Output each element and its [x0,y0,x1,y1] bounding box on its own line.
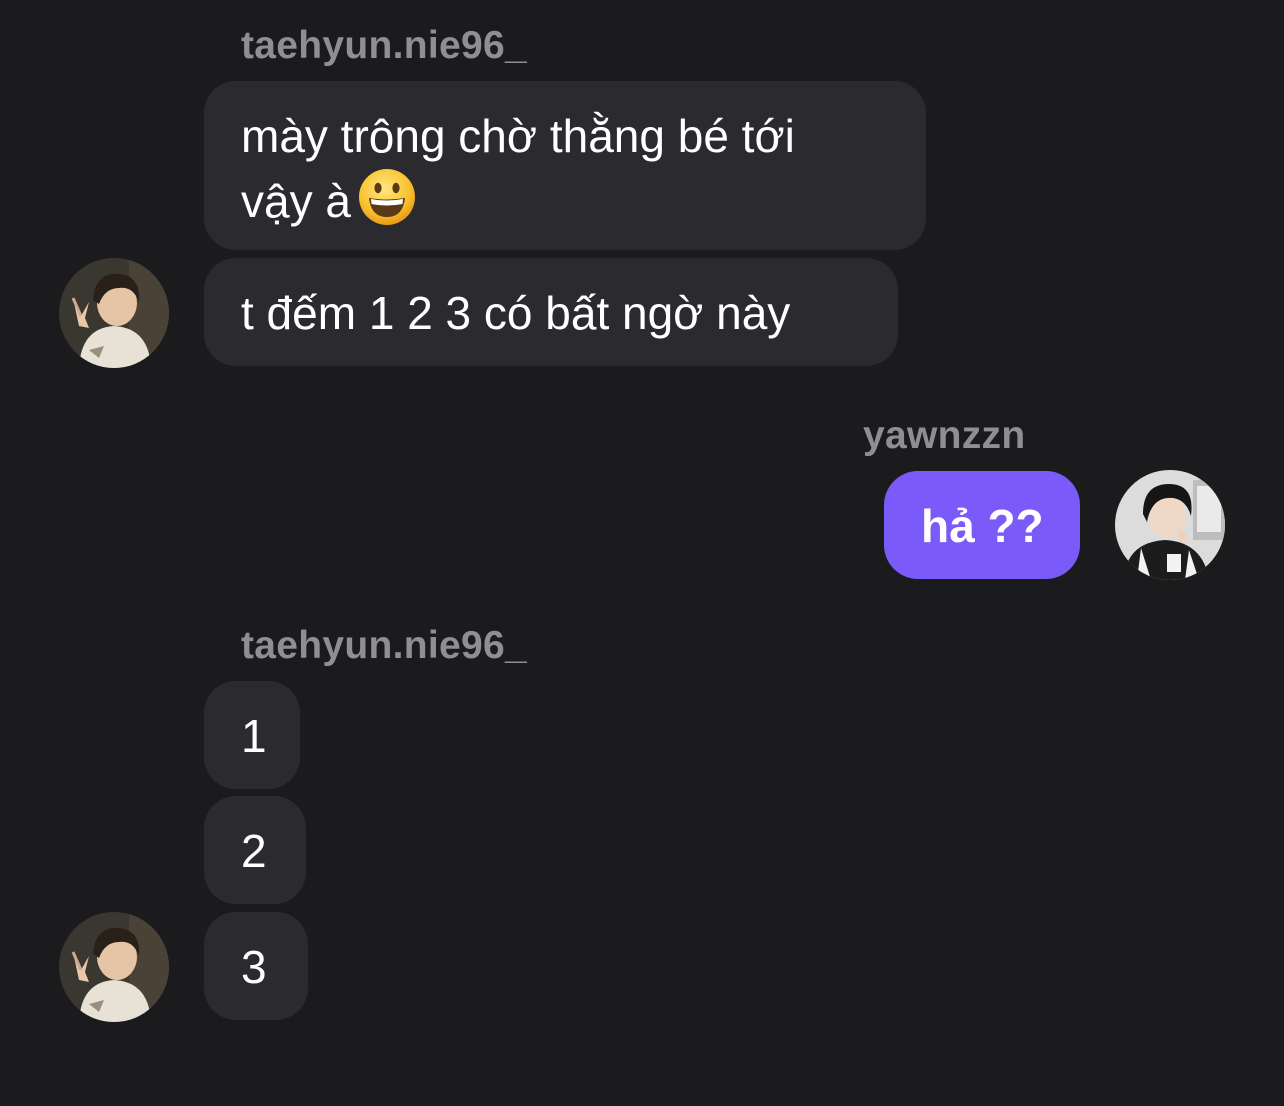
chat-thread: taehyun.nie96_ mày trông chờ thằng bé tớ… [0,0,1284,1106]
message-bubble[interactable]: 3 [204,912,308,1020]
message-text: 1 [241,710,267,762]
message-text-line: vậy à [241,167,889,242]
message-bubble[interactable]: 1 [204,681,300,789]
message-text-line: mày trông chờ thằng bé tới [241,110,795,162]
message-text: 2 [241,825,267,877]
avatar[interactable] [59,912,169,1022]
avatar-photo-icon [1115,470,1225,580]
message-bubble[interactable]: t đếm 1 2 3 có bất ngờ này [204,258,898,366]
message-text: hả ?? [921,500,1044,552]
avatar[interactable] [1115,470,1225,580]
message-bubble[interactable]: 2 [204,796,306,904]
sender-name: taehyun.nie96_ [241,24,527,67]
grinning-face-emoji-icon [357,167,417,242]
message-bubble[interactable]: mày trông chờ thằng bé tới vậy à [204,81,926,250]
message-text: t đếm 1 2 3 có bất ngờ này [241,287,791,339]
avatar-photo-icon [59,258,169,368]
avatar[interactable] [59,258,169,368]
avatar-photo-icon [59,912,169,1022]
message-text: 3 [241,941,267,993]
message-bubble-outgoing[interactable]: hả ?? [884,471,1080,579]
sender-name: yawnzzn [863,414,1026,457]
sender-name: taehyun.nie96_ [241,624,527,667]
